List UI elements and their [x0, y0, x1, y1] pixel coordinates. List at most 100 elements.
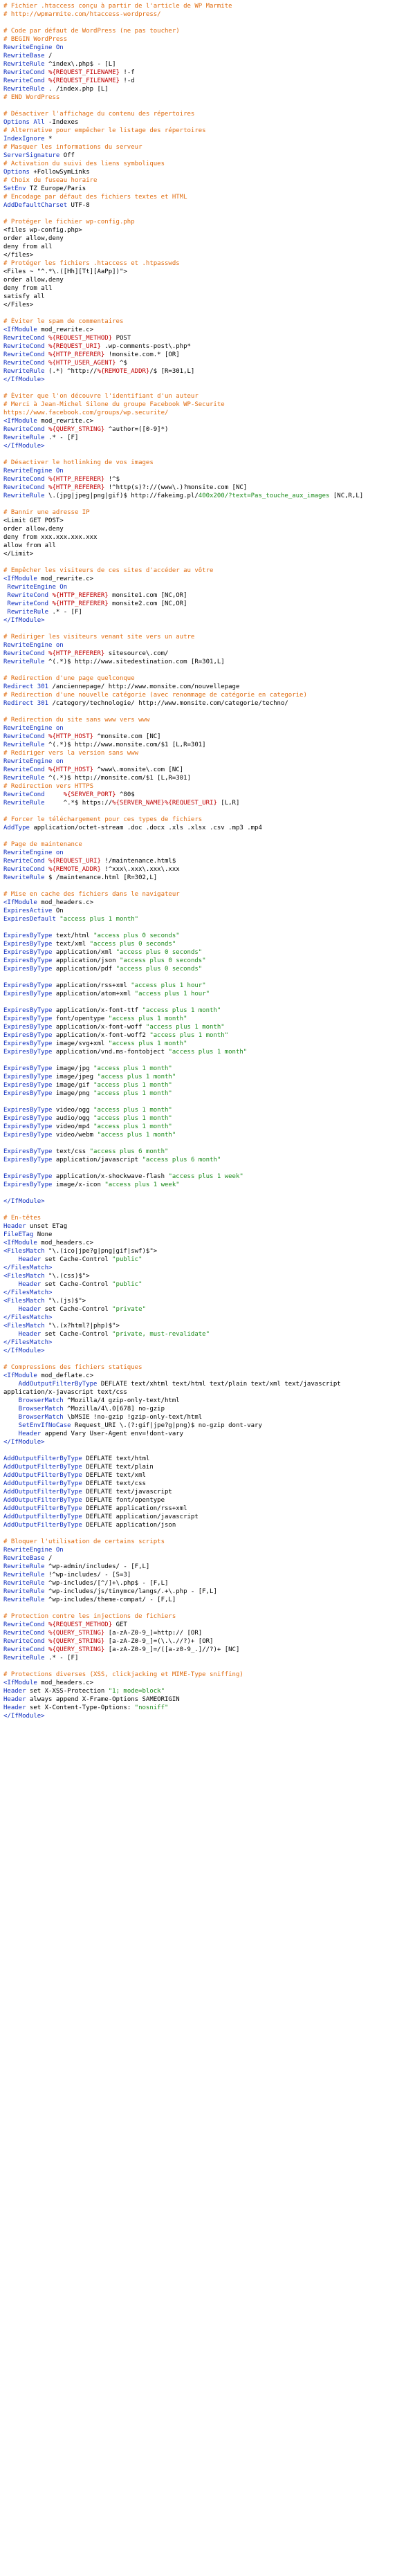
code-line: </FilesMatch> [3, 1289, 415, 1297]
comment-token: # Rediriger les visiteurs venant site ve… [3, 634, 195, 641]
directive-token: Redirect 301 [3, 700, 49, 707]
code-line: BrowserMatch ^Mozilla/4\.0[678] no-gzip [3, 1405, 415, 1413]
directive-token: AddOutputFilterByType [3, 1464, 82, 1471]
text-token: .* - [F] [48, 609, 82, 616]
htaccess-code-listing: # Fichier .htaccess conçu à partir de l'… [0, 0, 415, 1720]
text-token: <Files ~ "^.*\.([Hh][Tt][AaPp])"> [3, 268, 127, 275]
text-token: </files> [3, 252, 34, 259]
text-token: mod_rewrite.c> [37, 576, 94, 582]
text-token: ^author=([0-9]*) [104, 426, 169, 433]
directive-token: ExpiresByType [3, 1065, 53, 1072]
directive-token: <IfModule [3, 1680, 37, 1686]
directive-token: </FilesMatch> [3, 1314, 53, 1321]
code-line: ExpiresByType image/png "access plus 1 m… [3, 1089, 415, 1098]
code-line: RewriteCond %{REQUEST_METHOD} POST [3, 334, 415, 342]
code-line: order allow,deny [3, 276, 415, 284]
directive-token: BrowserMatch [3, 1414, 64, 1421]
string-token: "access plus 1 week" [104, 1181, 180, 1188]
directive-token: RewriteRule [3, 61, 45, 68]
text-token: ^(.*)$ http://www.sitedestination.com [R… [44, 659, 225, 665]
directive-token: RewriteCond [3, 343, 45, 350]
directive-token: ExpiresByType [3, 1148, 53, 1155]
variable-token: %{REQUEST_URI} [48, 858, 101, 865]
code-line: <IfModule mod_headers.c> [3, 1239, 415, 1247]
code-line: <IfModule mod_rewrite.c> [3, 326, 415, 334]
code-line: RewriteCond %{HTTP_REFERER} !^http(s)?:/… [3, 484, 415, 492]
directive-token: ExpiresByType [3, 932, 53, 939]
code-line: https://www.facebook.com/groups/wp.secur… [3, 409, 415, 417]
directive-token: RewriteCond [3, 733, 45, 740]
directive-token: AddOutputFilterByType [3, 1381, 98, 1388]
code-line: ExpiresByType image/jpeg "access plus 1 … [3, 1073, 415, 1081]
string-token: "access plus 1 month" [93, 1107, 172, 1114]
string-token: "private, must-revalidate" [112, 1331, 210, 1338]
code-line: allow from all [3, 542, 415, 550]
text-token: mod_headers.c> [37, 1680, 94, 1686]
directive-token: Redirect 301 [3, 683, 49, 690]
string-token: "access plus 6 month" [142, 1157, 221, 1163]
comment-token: # Code par défaut de WordPress (ne pas t… [3, 28, 180, 35]
text-token: allow from all [3, 542, 56, 549]
directive-token: <FilesMatch [3, 1298, 45, 1305]
directive-token: RewriteRule [3, 493, 45, 499]
comment-token: # Désactiver le hotlinking de vos images [3, 459, 154, 466]
text-token: [L,R] [216, 800, 240, 807]
string-token: "access plus 1 month" [97, 1132, 176, 1139]
code-line: RewriteEngine on [3, 724, 415, 733]
text-token: application/xml [52, 949, 116, 956]
text-token: [a-zA-Z0-9_]=/([a-z0-9_.]//?)+ [NC] [104, 1646, 240, 1653]
text-token: ^monsite.com [NC] [93, 733, 161, 740]
code-line: <FilesMatch "\.(ico|jpe?g|png|gif|swf)$"… [3, 1247, 415, 1255]
directive-token: FileETag [3, 1231, 34, 1238]
directive-token: ExpiresByType [3, 1132, 53, 1139]
comment-token: # BEGIN WordPress [3, 36, 68, 43]
code-line: <Limit GET POST> [3, 517, 415, 525]
directive-token: </IfModule> [3, 617, 45, 624]
text-token: Off [59, 152, 75, 159]
string-token: "access plus 1 month" [145, 1024, 225, 1031]
code-line: </IfModule> [3, 442, 415, 450]
text-token: set X-XSS-Protection [26, 1688, 109, 1695]
code-line: # Redirection d'une page quelconque [3, 674, 415, 683]
text-token: .* - [F] [44, 1655, 79, 1662]
text-token: application/x-font-woff2 [52, 1032, 150, 1039]
comment-token: # Redirection du site sans www vers www [3, 717, 150, 724]
directive-token: RewriteCond [3, 766, 45, 773]
directive-token: RewriteEngine on [3, 758, 64, 765]
code-line: RewriteCond %{QUERY_STRING} [a-zA-Z0-9_]… [3, 1629, 415, 1637]
directive-token: Header [3, 1281, 42, 1288]
string-token: "access plus 1 month" [93, 1090, 172, 1097]
directive-token: RewriteCond [3, 592, 49, 599]
code-line: RewriteCond %{HTTP_REFERER} sitesource\.… [3, 650, 415, 658]
directive-token: AddOutputFilterByType [3, 1455, 82, 1462]
text-token: mod_rewrite.c> [37, 326, 94, 333]
string-token: "access plus 1 month" [93, 1115, 172, 1122]
directive-token: ExpiresByType [3, 1123, 53, 1130]
text-token: set Cache-Control [41, 1331, 113, 1338]
text-token: ^wp-includes/js/tinymce/langs/.+\.php - … [44, 1588, 217, 1595]
text-token: application/vnd.ms-fontobject [52, 1049, 169, 1056]
text-token: ^(.*)$ http://monsite.com/$1 [L,R=301] [44, 775, 191, 782]
string-token: "access plus 1 month" [59, 916, 139, 923]
variable-token: %{REQUEST_METHOD} [48, 335, 113, 342]
variable-token: %{HTTP_REFERER} [48, 476, 105, 483]
text-token: deny from all [3, 243, 53, 250]
code-line: AddOutputFilterByType DEFLATE applicatio… [3, 1513, 415, 1521]
code-line: RewriteRule .* - [F] [3, 434, 415, 442]
code-line: <IfModule mod_headers.c> [3, 899, 415, 907]
directive-token: AddOutputFilterByType [3, 1505, 82, 1512]
code-line: # Encodage par défaut des fichiers texte… [3, 193, 415, 201]
directive-token: RewriteCond [3, 335, 45, 342]
text-token: mod_headers.c> [37, 899, 94, 906]
variable-token: %{REQUEST_METHOD} [48, 1621, 113, 1628]
string-token: "access plus 1 month" [149, 1032, 229, 1039]
comment-token: # Activation du suivi des liens symboliq… [3, 160, 165, 167]
code-line: RewriteCond %{HTTP_HOST} ^www\.monsite\.… [3, 766, 415, 774]
code-line: ExpiresByType application/vnd.ms-fontobj… [3, 1048, 415, 1056]
directive-token: RewriteCond [3, 360, 45, 367]
string-token: "access plus 1 month" [97, 1074, 176, 1080]
code-line: </Limit> [3, 550, 415, 558]
